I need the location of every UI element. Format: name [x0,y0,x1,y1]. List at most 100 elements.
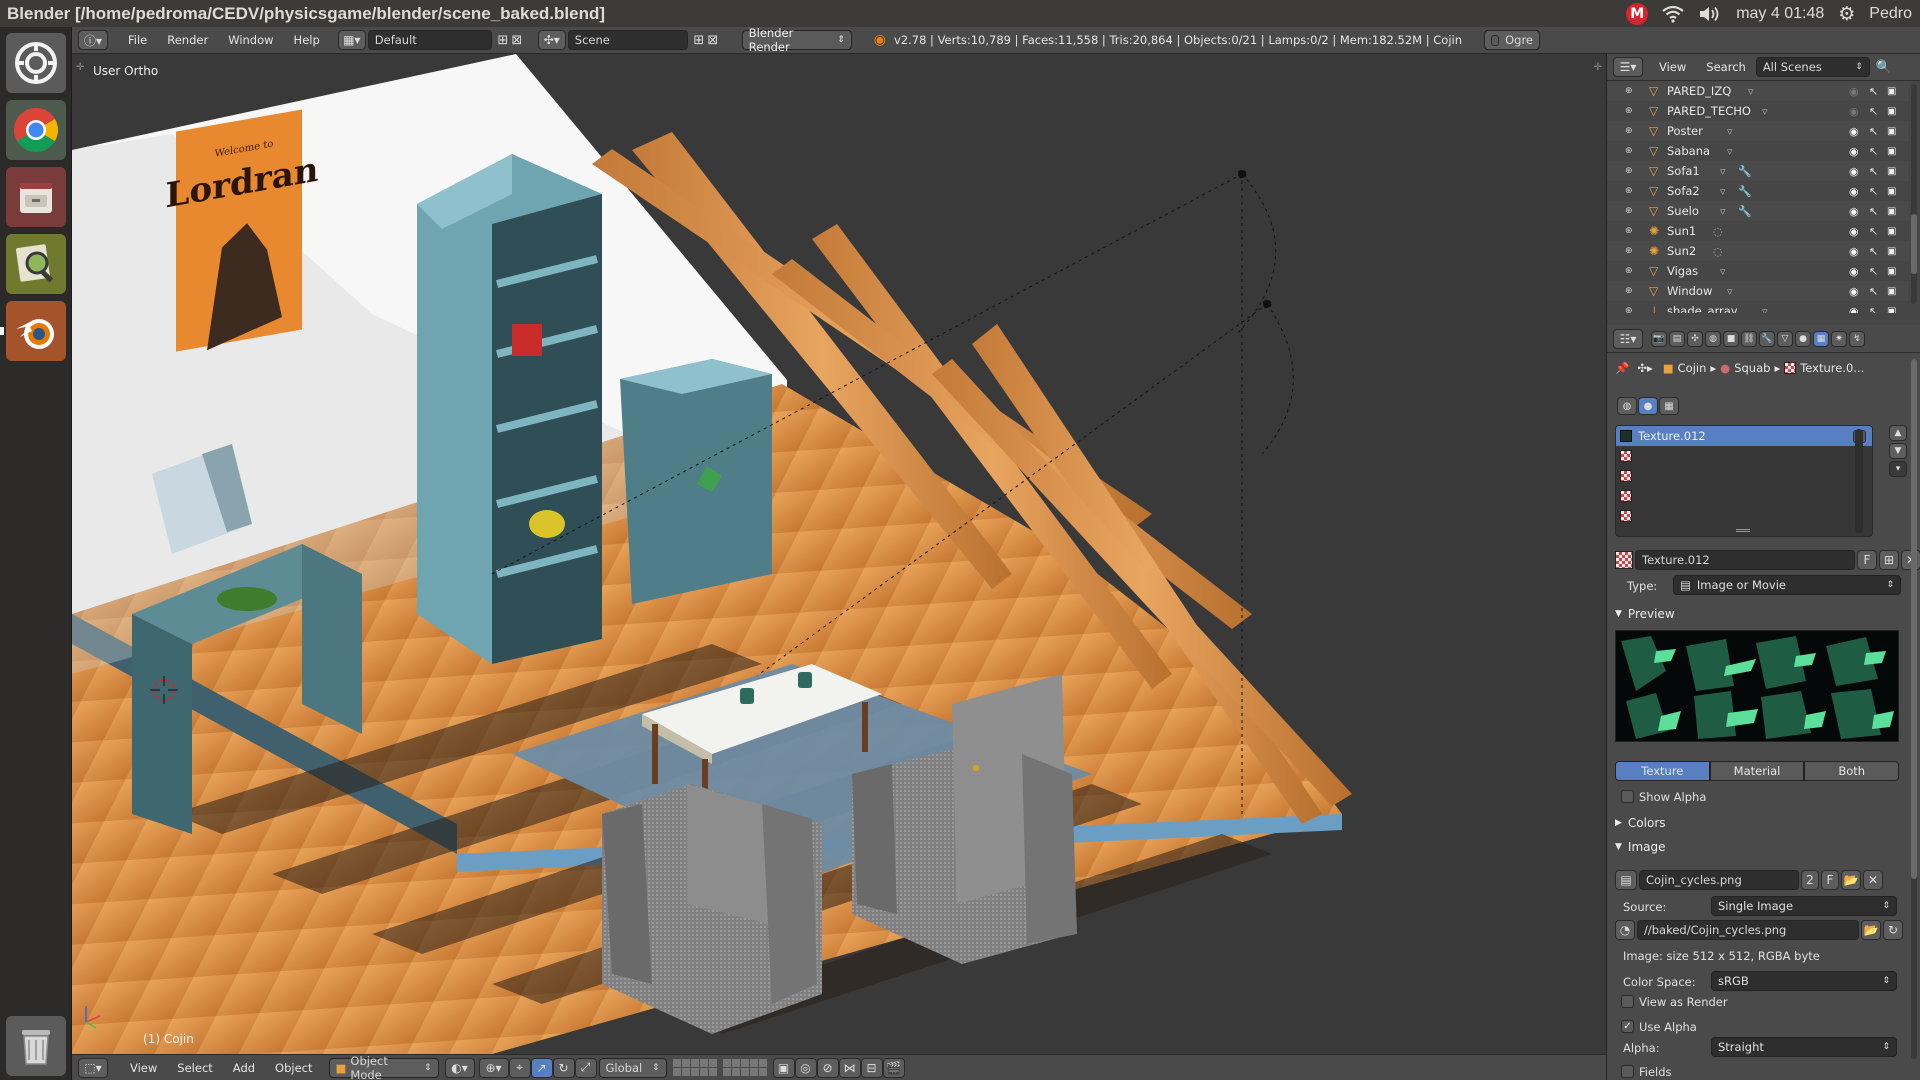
object-tab-icon[interactable]: ■ [1723,330,1739,347]
session-gear-icon[interactable]: ⚙ [1838,3,1855,25]
renderability-camera-icon[interactable]: ▣ [1887,206,1896,217]
3d-viewport[interactable]: Welcome to Lordran User Ortho (1) Cojin … [72,54,1606,1054]
mesh-data-icon[interactable]: ▿ [1720,165,1726,178]
render-engine-dropdown[interactable]: Blender Render ⇕ [741,26,852,54]
orientation-dropdown[interactable]: Global ⇕ [598,1057,667,1078]
menu-object[interactable]: Object [265,1061,322,1075]
material-texture-context-icon[interactable]: ● [1638,397,1658,415]
editor-type-properties-icon[interactable]: ☷▾ [1613,328,1643,349]
outliner-item-name[interactable]: Sun2 [1667,244,1696,258]
visibility-eye-icon[interactable]: ◉ [1849,305,1859,314]
manipulator-toggle-icon[interactable]: ⌖ [508,1057,531,1078]
outliner-item-name[interactable]: Vigas [1667,264,1698,278]
outliner-row[interactable]: ⊕ ▽ Suelo ▿ 🔧 ◉ ↖ ▣ [1607,201,1909,221]
mesh-data-icon[interactable]: ▿ [1727,145,1733,158]
visibility-eye-icon[interactable]: ◉ [1849,165,1859,178]
selectability-cursor-icon[interactable]: ↖ [1869,165,1878,178]
area-corner-icon-left[interactable]: ✛ [76,62,84,73]
renderability-camera-icon[interactable]: ▣ [1887,86,1896,97]
launcher-blender[interactable] [6,301,66,361]
outliner-row[interactable]: ⊕ ✺ Sun1 ◌ ◉ ↖ ▣ [1607,221,1909,241]
source-dropdown[interactable]: Single Image ⇕ [1711,896,1897,916]
outliner-row[interactable]: ⊕ ▽ Vigas ▿ ◉ ↖ ▣ [1607,261,1909,281]
volume-icon[interactable] [1698,5,1722,23]
move-slot-down-icon[interactable]: ▼ [1889,443,1907,459]
modifier-wrench-icon[interactable]: 🔧 [1738,185,1752,198]
menu-window[interactable]: Window [218,33,283,47]
lamp-data-icon[interactable]: ◌ [1713,245,1723,258]
expand-toggle-icon[interactable]: ⊕ [1625,226,1633,236]
texture-fake-user-button[interactable]: F [1857,550,1877,570]
mesh-data-icon[interactable]: ▿ [1748,85,1754,98]
slot-scrollbar[interactable] [1855,429,1863,533]
world-tab-icon[interactable]: ◍ [1705,330,1721,347]
outliner-menu-view[interactable]: View [1649,60,1696,74]
translate-manipulator-icon[interactable]: ↗ [530,1057,553,1078]
expand-toggle-icon[interactable]: ⊕ [1625,266,1633,276]
filepath-browse-icon[interactable]: 📂 [1861,920,1881,940]
remove-scene-icon[interactable]: ⊠ [706,33,720,48]
scale-manipulator-icon[interactable]: ⤢ [574,1057,597,1078]
search-icon[interactable]: 🔍 [1876,60,1892,75]
material-tab-icon[interactable]: ● [1795,330,1811,347]
scene-field[interactable]: Scene [567,30,688,50]
texture-slot-3[interactable] [1616,466,1872,486]
mesh-data-icon[interactable]: ▿ [1720,265,1726,278]
renderability-camera-icon[interactable]: ▣ [1887,306,1896,314]
remove-layout-icon[interactable]: ⊠ [510,33,524,48]
expand-toggle-icon[interactable]: ⊕ [1625,206,1633,216]
visibility-eye-icon[interactable]: ◉ [1849,105,1859,118]
filepath-pack-icon[interactable]: ◔ [1615,920,1635,940]
outliner-row[interactable]: ⊕ ▽ Sofa2 ▿ 🔧 ◉ ↖ ▣ [1607,181,1909,201]
outliner-item-name[interactable]: Sabana [1667,144,1710,158]
visibility-eye-icon[interactable]: ◉ [1849,245,1859,258]
particles-tab-icon[interactable]: ✷ [1831,330,1847,347]
expand-toggle-icon[interactable]: ⊕ [1625,286,1633,296]
add-scene-icon[interactable]: ⊞ [692,33,706,48]
alpha-mode-dropdown[interactable]: Straight ⇕ [1711,1037,1897,1057]
ogre-checkbox[interactable] [1491,34,1500,46]
proportional-edit-icon[interactable]: ◎ [794,1057,817,1078]
modifiers-tab-icon[interactable]: 🔧 [1759,330,1775,347]
modifier-wrench-icon[interactable]: 🔧 [1738,205,1752,218]
layers-tab-icon[interactable]: ▤ [1669,330,1685,347]
pin-icon[interactable]: 📌 [1615,361,1629,375]
render-still-icon[interactable]: ⊟ [860,1057,883,1078]
image-name-field[interactable]: Cojin_cycles.png [1639,870,1799,890]
mesh-data-icon[interactable]: ▿ [1727,285,1733,298]
visibility-eye-icon[interactable]: ◉ [1849,225,1859,238]
renderability-camera-icon[interactable]: ▣ [1887,266,1896,277]
color-space-dropdown[interactable]: sRGB ⇕ [1711,971,1897,991]
view-as-render-checkbox[interactable] [1621,995,1634,1008]
image-fake-user-button[interactable]: F [1821,870,1839,890]
texture-tab-icon[interactable]: ▦ [1813,330,1829,347]
renderability-camera-icon[interactable]: ▣ [1887,146,1896,157]
snap-element-icon[interactable]: ⋈ [838,1057,861,1078]
outliner-item-name[interactable]: Sun1 [1667,224,1696,238]
scene-tab-icon[interactable]: ✣ [1687,330,1703,347]
expand-toggle-icon[interactable]: ⊕ [1625,166,1633,176]
visibility-eye-icon[interactable]: ◉ [1849,205,1859,218]
selectability-cursor-icon[interactable]: ↖ [1869,265,1878,278]
texture-slot-5[interactable] [1616,506,1872,526]
image-users-count[interactable]: 2 [1801,870,1819,890]
mail-indicator-icon[interactable]: M [1626,2,1649,25]
colors-panel-header[interactable]: ▶ Colors [1615,816,1666,830]
selectability-cursor-icon[interactable]: ↖ [1869,145,1878,158]
outliner-item-name[interactable]: Window [1667,284,1712,298]
scene-icon[interactable]: ✣▾ [537,30,566,50]
other-texture-context-icon[interactable]: ▦ [1659,397,1679,415]
editor-type-3d-icon[interactable]: ⬚▾ [78,1057,108,1078]
selectability-cursor-icon[interactable]: ↖ [1869,305,1878,314]
properties-scrollbar[interactable] [1911,359,1917,1059]
renderability-camera-icon[interactable]: ▣ [1887,286,1896,297]
outliner-row[interactable]: ⊕ ▽ Window ▿ ◉ ↖ ▣ [1607,281,1909,301]
wifi-icon[interactable] [1662,5,1684,23]
menu-add[interactable]: Add [223,1061,265,1075]
move-slot-up-icon[interactable]: ▲ [1889,425,1907,441]
mesh-data-icon[interactable]: ▿ [1727,125,1733,138]
menu-help[interactable]: Help [284,33,330,47]
list-resize-handle[interactable] [1736,529,1750,532]
physics-tab-icon[interactable]: ↯ [1849,330,1865,347]
viewport-shading-icon[interactable]: ◐▾ [444,1057,475,1078]
